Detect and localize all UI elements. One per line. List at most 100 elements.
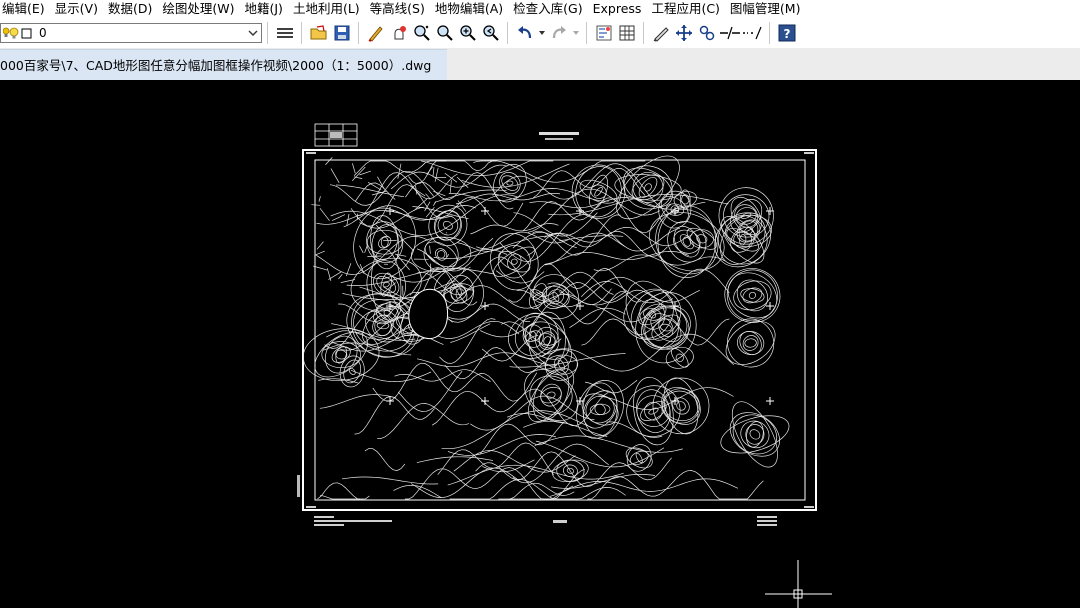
- hill-contour: [625, 447, 653, 469]
- zoom-in-icon[interactable]: [457, 22, 479, 44]
- hill-contour: [510, 258, 518, 265]
- hill-contour: [733, 280, 772, 311]
- hill-contour: [731, 401, 778, 468]
- parcel-line: [364, 244, 369, 253]
- edit-pen-icon[interactable]: [365, 22, 387, 44]
- document-tab[interactable]: 000百家号\7、CAD地形图任意分幅加图框操作视频\2000（1：5000）.…: [0, 48, 448, 80]
- contour-lines: [303, 155, 790, 500]
- undo-icon[interactable]: [514, 22, 536, 44]
- redo-dropdown-icon[interactable]: [571, 22, 581, 44]
- move-icon[interactable]: [673, 22, 695, 44]
- menu-land-use[interactable]: 土地利用(L): [289, 0, 366, 18]
- contour-line: [377, 403, 470, 440]
- parcel-line: [446, 232, 448, 234]
- hill-contour: [522, 312, 572, 369]
- parcel-line: [397, 163, 402, 179]
- pan-realtime-icon[interactable]: [388, 22, 410, 44]
- hill-contour: [507, 253, 522, 270]
- contour-line: [585, 380, 638, 394]
- break-line-icon[interactable]: [719, 22, 741, 44]
- hill-contour: [493, 246, 536, 277]
- contour-line: [319, 394, 396, 409]
- hill-contour: [660, 323, 672, 332]
- toolbar-divider: [769, 22, 770, 44]
- menu-edit[interactable]: 编辑(E): [0, 0, 51, 18]
- menu-bar: 编辑(E) 显示(V) 数据(D) 绘图处理(W) 地籍(J) 土地利用(L) …: [0, 0, 1080, 18]
- pencil-icon[interactable]: [650, 22, 672, 44]
- hill-contour: [745, 424, 765, 445]
- hill-contour: [729, 412, 780, 457]
- hill-contour: [590, 184, 607, 199]
- parcel-line: [426, 166, 433, 175]
- hill-contour: [744, 338, 757, 348]
- hill-contour: [667, 221, 707, 263]
- parcel-line: [429, 245, 431, 254]
- undo-dropdown-icon[interactable]: [537, 22, 547, 44]
- contour-line: [527, 455, 576, 473]
- hill-contour: [380, 236, 389, 248]
- sheet-index-table: [314, 123, 358, 147]
- hill-contour: [672, 397, 690, 415]
- hill-contour: [546, 391, 556, 399]
- hill-contour: [547, 289, 565, 305]
- hill-contour: [749, 429, 761, 440]
- parcel-line: [434, 167, 439, 182]
- properties-icon[interactable]: [593, 22, 615, 44]
- hill-contour: [739, 331, 762, 355]
- chevron-down-icon[interactable]: [247, 26, 259, 40]
- menu-contour[interactable]: 等高线(S): [366, 0, 431, 18]
- contour-line: [470, 223, 559, 235]
- menu-express[interactable]: Express: [589, 0, 648, 18]
- parcel-line: [446, 253, 449, 258]
- menu-cadastre[interactable]: 地籍(J): [240, 0, 288, 18]
- hill-contour: [373, 272, 400, 297]
- layer-manager-icon[interactable]: [274, 22, 296, 44]
- help-icon[interactable]: ?: [776, 22, 798, 44]
- hill-contour: [557, 359, 566, 371]
- hill-contour: [652, 377, 710, 435]
- hill-contour: [378, 236, 392, 249]
- zoom-previous-icon[interactable]: [480, 22, 502, 44]
- save-icon[interactable]: [331, 22, 353, 44]
- crosshair-cursor: [765, 560, 832, 608]
- contour-line: [541, 333, 734, 372]
- parcel-line: [432, 167, 435, 177]
- menu-sheet-management[interactable]: 图幅管理(M): [726, 0, 807, 18]
- hill-contour: [582, 390, 618, 429]
- parcel-line: [338, 273, 343, 280]
- parcel-line: [325, 157, 333, 166]
- menu-check-import[interactable]: 检查入库(G): [509, 0, 588, 18]
- trim-line-icon[interactable]: [742, 22, 764, 44]
- contour-line: [417, 256, 614, 298]
- menu-draw-process[interactable]: 绘图处理(W): [158, 0, 240, 18]
- parcel-line: [359, 245, 364, 253]
- menu-feature-edit[interactable]: 地物编辑(A): [431, 0, 509, 18]
- hill-contour: [433, 210, 462, 241]
- parcel-line: [367, 181, 382, 191]
- toolbar-divider: [358, 22, 359, 44]
- contour-line: [447, 464, 624, 486]
- parcel-line: [413, 198, 428, 212]
- open-folder-icon[interactable]: [308, 22, 330, 44]
- parcel-line: [316, 241, 324, 250]
- layer-dropdown[interactable]: 0: [0, 23, 262, 43]
- zoom-realtime-icon[interactable]: [434, 22, 456, 44]
- redo-icon[interactable]: [548, 22, 570, 44]
- grid-table-icon[interactable]: [616, 22, 638, 44]
- contour-line: [350, 369, 432, 382]
- parcel-line: [402, 239, 414, 251]
- menu-engineering[interactable]: 工程应用(C): [647, 0, 725, 18]
- contour-line: [544, 251, 689, 265]
- zoom-window-icon[interactable]: [411, 22, 433, 44]
- contour-line: [523, 420, 608, 437]
- hill-contour: [725, 321, 776, 365]
- drawing-canvas[interactable]: [0, 80, 1080, 608]
- menu-view[interactable]: 显示(V): [51, 0, 104, 18]
- parcel-line: [444, 172, 458, 183]
- menu-data[interactable]: 数据(D): [104, 0, 158, 18]
- hill-contour: [314, 331, 368, 378]
- hill-contour: [732, 414, 778, 455]
- link-icon[interactable]: [696, 22, 718, 44]
- contour-line: [412, 206, 469, 219]
- contour-line: [416, 456, 493, 464]
